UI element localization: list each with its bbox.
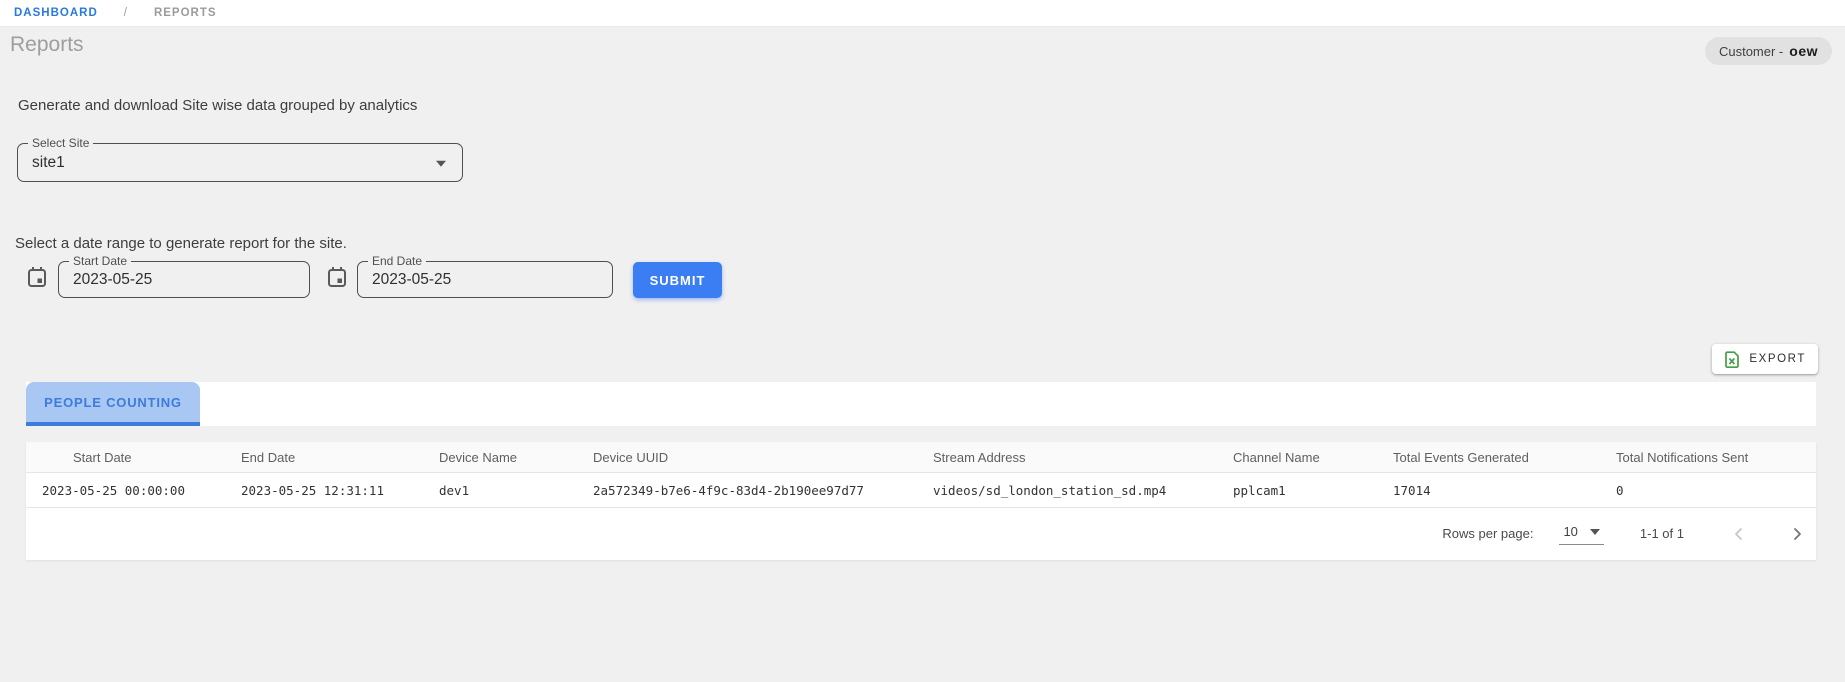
breadcrumb-separator: / (123, 7, 128, 19)
tab-people-counting[interactable]: PEOPLE COUNTING (26, 382, 200, 426)
column-header-channel-name: Channel Name (1233, 449, 1320, 465)
customer-badge-name: oew (1789, 43, 1818, 59)
table-header-row: Start Date End Date Device Name Device U… (26, 442, 1816, 473)
column-header-total-notifications: Total Notifications Sent (1616, 449, 1749, 465)
page-title: Reports (10, 33, 84, 56)
pagination-range: 1-1 of 1 (1639, 526, 1684, 541)
column-header-start-date: Start Date (73, 449, 132, 465)
chevron-down-icon (1589, 528, 1600, 535)
pagination: Rows per page: 10 1-1 of 1 (26, 508, 1816, 559)
export-button-label: EXPORT (1749, 353, 1806, 365)
cell-stream-address: videos/sd_london_station_sd.mp4 (933, 482, 1167, 498)
cell-start-date: 2023-05-25 00:00:00 (42, 482, 185, 498)
breadcrumb-item-reports: REPORTS (153, 7, 217, 19)
column-header-total-events: Total Events Generated (1393, 449, 1529, 465)
end-date-input[interactable]: End Date 2023-05-25 (357, 254, 613, 298)
calendar-icon[interactable] (27, 266, 47, 293)
site-select[interactable]: Select Site site1 (17, 136, 463, 182)
column-header-end-date: End Date (241, 449, 296, 465)
calendar-icon[interactable] (327, 266, 347, 293)
site-select-value: site1 (32, 153, 65, 171)
cell-total-notifications: 0 (1616, 482, 1624, 498)
rows-per-page-select[interactable]: 10 (1559, 522, 1604, 545)
excel-file-icon (1724, 350, 1740, 368)
report-table-card: Start Date End Date Device Name Device U… (26, 442, 1816, 560)
customer-badge: Customer - oew (1704, 37, 1832, 65)
export-button[interactable]: EXPORT (1712, 344, 1818, 374)
tab-bar: PEOPLE COUNTING (26, 382, 1816, 426)
end-date-label: End Date (368, 254, 427, 268)
column-header-device-name: Device Name (439, 449, 518, 465)
rows-per-page-label: Rows per page: (1442, 526, 1534, 541)
next-page-button[interactable] (1790, 527, 1804, 541)
submit-button[interactable]: SUBMIT (633, 262, 722, 298)
column-header-device-uuid: Device UUID (593, 449, 669, 465)
chevron-down-icon (436, 160, 446, 167)
chevron-left-icon (1732, 527, 1746, 541)
column-header-stream-address: Stream Address (933, 449, 1026, 465)
intro-text: Generate and download Site wise data gro… (18, 97, 418, 114)
cell-total-events: 17014 (1393, 482, 1431, 498)
breadcrumb-bar: DASHBOARD / REPORTS (0, 0, 1845, 27)
cell-device-name: dev1 (439, 482, 470, 498)
breadcrumb: DASHBOARD / REPORTS (14, 7, 217, 19)
customer-badge-prefix: Customer - (1718, 43, 1784, 59)
chevron-right-icon (1790, 527, 1804, 541)
start-date-value: 2023-05-25 (73, 270, 153, 288)
cell-channel-name: pplcam1 (1233, 482, 1286, 498)
start-date-label: Start Date (69, 254, 132, 268)
site-select-label: Select Site (28, 136, 94, 150)
rows-per-page-value: 10 (1563, 524, 1578, 539)
cell-end-date: 2023-05-25 12:31:11 (241, 482, 384, 498)
end-date-value: 2023-05-25 (372, 270, 452, 288)
start-date-input[interactable]: Start Date 2023-05-25 (58, 254, 310, 298)
date-range-instruction: Select a date range to generate report f… (15, 235, 347, 252)
previous-page-button[interactable] (1732, 527, 1746, 541)
cell-device-uuid: 2a572349-b7e6-4f9c-83d4-2b190ee97d77 (593, 482, 864, 498)
table-row: 2023-05-25 00:00:00 2023-05-25 12:31:11 … (26, 473, 1816, 508)
breadcrumb-item-dashboard[interactable]: DASHBOARD (14, 7, 98, 19)
tab-label: PEOPLE COUNTING (44, 394, 182, 410)
